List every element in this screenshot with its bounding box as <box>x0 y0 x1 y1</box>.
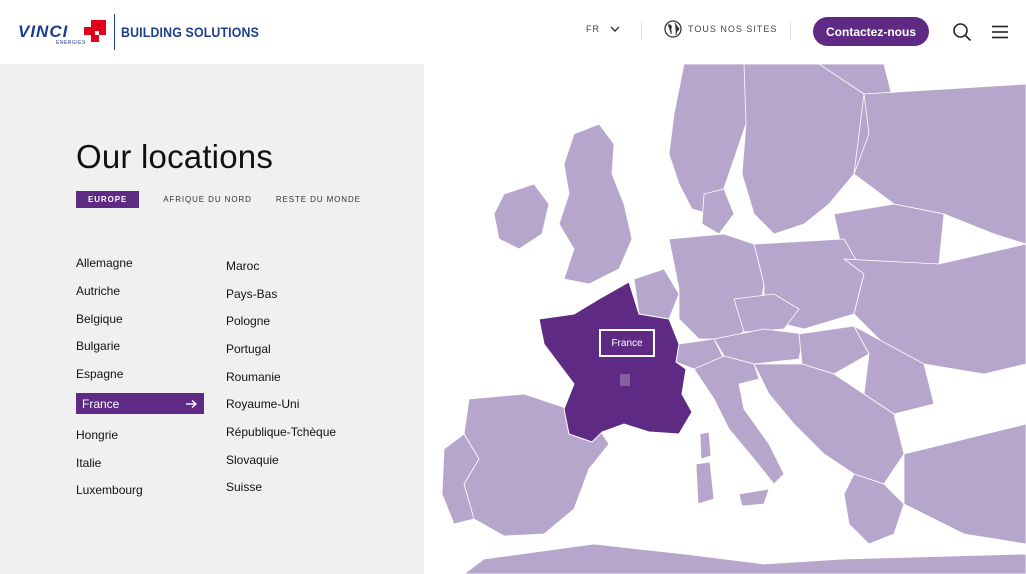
search-icon <box>953 23 972 42</box>
country-link-allemagne[interactable]: Allemagne <box>76 252 133 273</box>
map-region-ireland <box>493 183 550 250</box>
country-link-pays-bas[interactable]: Pays-Bas <box>226 283 277 304</box>
map-region-denmark <box>701 188 735 235</box>
map-region-turkey <box>903 423 1026 545</box>
europe-map <box>424 64 1026 574</box>
site-header: VINCI ENERGIES BUILDING SOLUTIONS FR TOU… <box>0 0 1026 64</box>
map-region-great-britain <box>558 123 633 285</box>
map-region-sicily <box>738 488 770 507</box>
tab-afrique-du-nord[interactable]: AFRIQUE DU NORD <box>163 191 252 208</box>
map-region-benelux <box>633 268 680 320</box>
country-link-luxembourg[interactable]: Luxembourg <box>76 479 143 500</box>
language-selector[interactable]: FR <box>586 24 620 34</box>
country-link-autriche[interactable]: Autriche <box>76 280 120 301</box>
contact-button[interactable]: Contactez-nous <box>813 17 929 46</box>
vinci-energies-mark: VINCI ENERGIES <box>18 12 110 52</box>
country-link-hongrie[interactable]: Hongrie <box>76 424 118 445</box>
tab-reste-du-monde[interactable]: RESTE DU MONDE <box>276 191 361 208</box>
logo-building-solutions: BUILDING SOLUTIONS <box>121 24 260 40</box>
tab-europe[interactable]: EUROPE <box>76 191 140 208</box>
country-link-belgique[interactable]: Belgique <box>76 308 123 329</box>
map-region-corsica <box>699 431 712 460</box>
all-sites-link[interactable]: TOUS NOS SITES <box>664 20 777 38</box>
map-region-greece <box>843 473 905 545</box>
country-link-pologne[interactable]: Pologne <box>226 310 270 331</box>
country-link-portugal[interactable]: Portugal <box>226 338 271 359</box>
map-region-north-africa <box>463 543 1026 574</box>
header-divider <box>641 22 642 40</box>
country-link-espagne[interactable]: Espagne <box>76 363 123 384</box>
chevron-down-icon <box>610 26 620 32</box>
vinci-cross-icon <box>84 20 106 42</box>
country-link-maroc[interactable]: Maroc <box>226 255 259 276</box>
country-link-france[interactable]: France <box>76 393 204 414</box>
all-sites-label: TOUS NOS SITES <box>688 24 778 34</box>
hamburger-menu-icon <box>992 25 1008 39</box>
country-link-republique-tcheque[interactable]: République-Tchèque <box>226 421 336 442</box>
map-region-norway <box>668 64 755 215</box>
country-link-royaume-uni[interactable]: Royaume-Uni <box>226 393 299 414</box>
search-button[interactable] <box>951 21 973 43</box>
map-location-marker[interactable] <box>620 374 630 386</box>
country-link-italie[interactable]: Italie <box>76 452 101 473</box>
menu-button[interactable] <box>990 22 1010 42</box>
map-country-label: France <box>599 329 655 357</box>
language-label: FR <box>586 24 600 34</box>
map-region-sweden-finland <box>741 64 870 235</box>
vinci-logo[interactable]: VINCI ENERGIES BUILDING SOLUTIONS <box>18 12 278 52</box>
globe-icon <box>664 20 682 38</box>
country-link-roumanie[interactable]: Roumanie <box>226 366 281 387</box>
country-link-bulgarie[interactable]: Bulgarie <box>76 335 120 356</box>
country-link-suisse[interactable]: Suisse <box>226 476 262 497</box>
country-label: France <box>82 396 120 411</box>
logo-separator <box>114 14 115 50</box>
map-region-sardinia <box>695 461 715 505</box>
header-divider <box>790 22 791 40</box>
page-title: Our locations <box>76 138 274 175</box>
logo-vinci-text: VINCI <box>18 22 69 41</box>
country-link-slovaquie[interactable]: Slovaquie <box>226 449 279 470</box>
region-tabs: EUROPE AFRIQUE DU NORD RESTE DU MONDE <box>76 191 385 208</box>
europe-map-svg <box>441 64 1026 574</box>
arrow-right-icon <box>186 399 198 408</box>
